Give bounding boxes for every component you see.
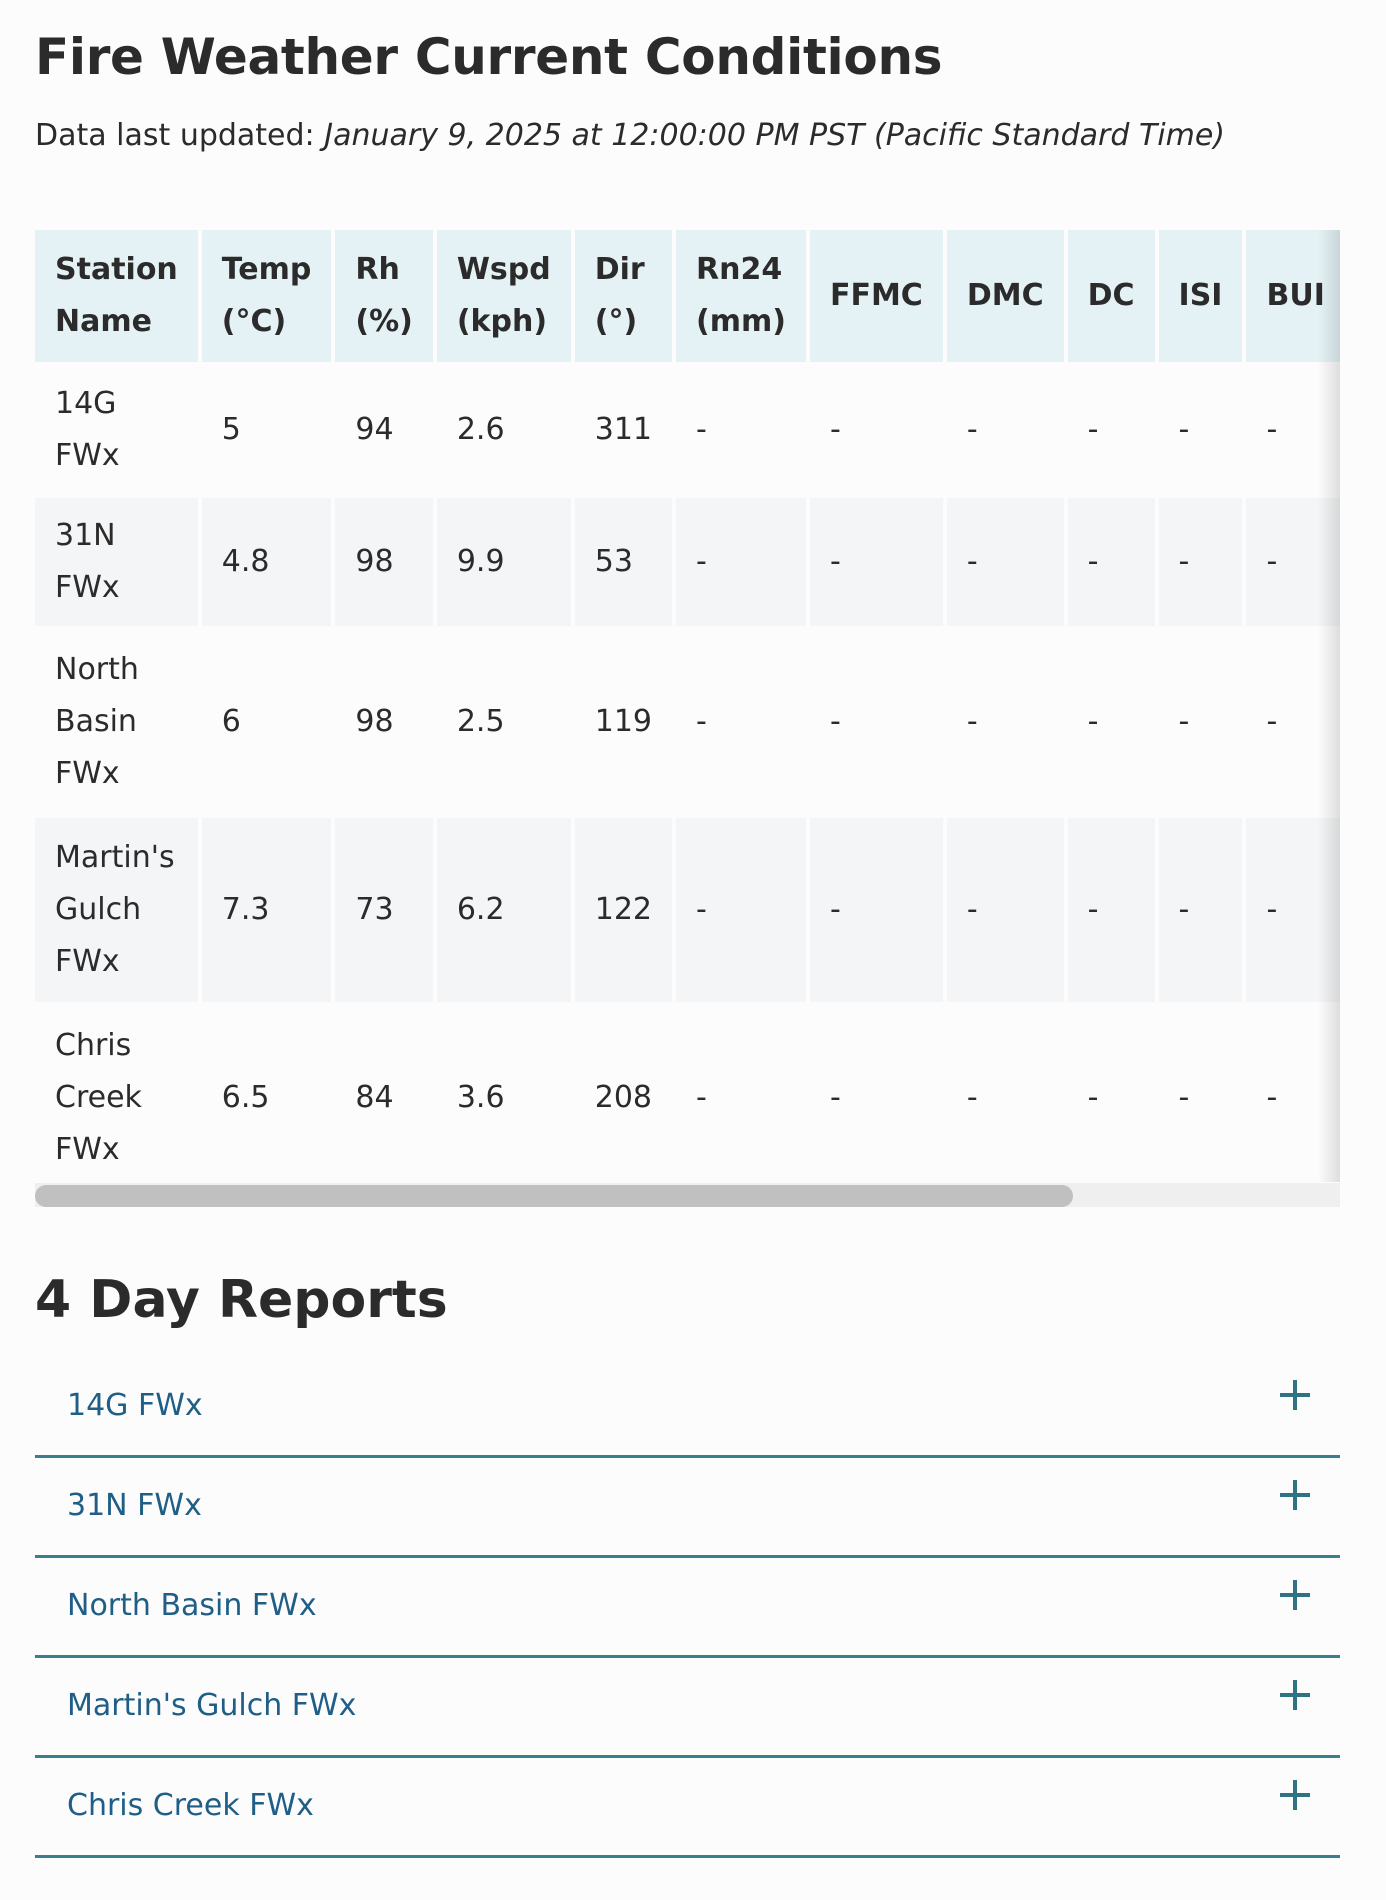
accordion-label[interactable]: North Basin FWx	[67, 1588, 317, 1623]
cell-rh: 94	[335, 366, 433, 498]
accordion-label[interactable]: Martin's Gulch FWx	[67, 1688, 356, 1723]
cell-rn24: -	[676, 818, 806, 1006]
last-updated: Data last updated: January 9, 2025 at 12…	[35, 118, 1225, 153]
cell-ffmc: -	[809, 818, 943, 1006]
scrollbar-thumb[interactable]	[35, 1185, 1073, 1207]
cell-ffmc: -	[809, 1006, 943, 1193]
col-header-temp: Temp (°C)	[201, 230, 332, 366]
col-header-rn24: Rn24 (mm)	[676, 230, 806, 366]
cell-station: Martin's Gulch FWx	[35, 818, 198, 1006]
page-title: Fire Weather Current Conditions	[35, 28, 943, 86]
col-header-station: Station Name	[35, 230, 198, 366]
col-header-isi: ISI	[1158, 230, 1243, 366]
cell-dmc: -	[946, 1006, 1064, 1193]
cell-dir: 53	[574, 498, 673, 630]
cell-ffmc: -	[809, 498, 943, 630]
cell-dc: -	[1067, 366, 1155, 498]
cell-station: North Basin FWx	[35, 630, 198, 818]
cell-isi: -	[1158, 630, 1243, 818]
cell-station: 14G FWx	[35, 366, 198, 498]
cell-rh: 84	[335, 1006, 433, 1193]
col-header-dir: Dir (°)	[574, 230, 673, 366]
cell-dir: 122	[574, 818, 673, 1006]
reports-accordion: 14G FWx 31N FWx North Basin FWx Martin's…	[35, 1358, 1340, 1858]
cell-rn24: -	[676, 498, 806, 630]
cell-ffmc: -	[809, 366, 943, 498]
accordion-label[interactable]: 31N FWx	[67, 1488, 202, 1523]
cell-dmc: -	[946, 498, 1064, 630]
cell-isi: -	[1158, 818, 1243, 1006]
cell-ffmc: -	[809, 630, 943, 818]
accordion-item-chris-creek[interactable]: Chris Creek FWx	[35, 1758, 1340, 1858]
cell-wspd: 9.9	[436, 498, 571, 630]
last-updated-value: January 9, 2025 at 12:00:00 PM PST (Paci…	[324, 118, 1225, 153]
plus-icon[interactable]	[1280, 1380, 1310, 1410]
cell-rh: 98	[335, 498, 433, 630]
cell-temp: 4.8	[201, 498, 332, 630]
horizontal-scrollbar[interactable]	[35, 1183, 1340, 1207]
accordion-item-14g[interactable]: 14G FWx	[35, 1358, 1340, 1458]
cell-temp: 5	[201, 366, 332, 498]
cell-dmc: -	[946, 366, 1064, 498]
cell-dir: 208	[574, 1006, 673, 1193]
cell-dc: -	[1067, 818, 1155, 1006]
accordion-label[interactable]: 14G FWx	[67, 1388, 203, 1423]
cell-temp: 7.3	[201, 818, 332, 1006]
cell-dmc: -	[946, 630, 1064, 818]
table-row: North Basin FWx 6 98 2.5 119 - - - - - -…	[35, 630, 1340, 818]
cell-rh: 98	[335, 630, 433, 818]
cell-wspd: 2.6	[436, 366, 571, 498]
plus-icon[interactable]	[1280, 1780, 1310, 1810]
cell-wspd: 6.2	[436, 818, 571, 1006]
cell-wspd: 3.6	[436, 1006, 571, 1193]
col-header-dc: DC	[1067, 230, 1155, 366]
plus-icon[interactable]	[1280, 1480, 1310, 1510]
page: Fire Weather Current Conditions Data las…	[0, 0, 1386, 1900]
accordion-item-north-basin[interactable]: North Basin FWx	[35, 1558, 1340, 1658]
col-header-dmc: DMC	[946, 230, 1064, 366]
cell-dir: 119	[574, 630, 673, 818]
conditions-table-container[interactable]: Station Name Temp (°C) Rh (%) Wspd (kph) Dir…	[35, 230, 1340, 1210]
plus-icon[interactable]	[1280, 1580, 1310, 1610]
cell-station: 31N FWx	[35, 498, 198, 630]
cell-isi: -	[1158, 1006, 1243, 1193]
cell-dmc: -	[946, 818, 1064, 1006]
cell-dc: -	[1067, 1006, 1155, 1193]
reports-heading: 4 Day Reports	[35, 1270, 448, 1330]
cell-isi: -	[1158, 498, 1243, 630]
cell-station: Chris Creek FWx	[35, 1006, 198, 1193]
cell-rn24: -	[676, 630, 806, 818]
table-row: Martin's Gulch FWx 7.3 73 6.2 122 - - - …	[35, 818, 1340, 1006]
cell-rn24: -	[676, 1006, 806, 1193]
accordion-label[interactable]: Chris Creek FWx	[67, 1788, 314, 1823]
cell-rn24: -	[676, 366, 806, 498]
cell-dir: 311	[574, 366, 673, 498]
cell-wspd: 2.5	[436, 630, 571, 818]
col-header-wspd: Wspd (kph)	[436, 230, 571, 366]
cell-temp: 6.5	[201, 1006, 332, 1193]
accordion-item-31n[interactable]: 31N FWx	[35, 1458, 1340, 1558]
cell-temp: 6	[201, 630, 332, 818]
conditions-table: Station Name Temp (°C) Rh (%) Wspd (kph) Dir…	[35, 230, 1340, 1193]
accordion-item-martins-gulch[interactable]: Martin's Gulch FWx	[35, 1658, 1340, 1758]
cell-isi: -	[1158, 366, 1243, 498]
scroll-fade-shadow	[1318, 230, 1340, 1182]
table-header-row: Station Name Temp (°C) Rh (%) Wspd (kph) Dir…	[35, 230, 1340, 366]
table-row: Chris Creek FWx 6.5 84 3.6 208 - - - - -…	[35, 1006, 1340, 1193]
table-row: 31N FWx 4.8 98 9.9 53 - - - - - - -	[35, 498, 1340, 630]
last-updated-label: Data last updated:	[35, 118, 315, 153]
table-row: 14G FWx 5 94 2.6 311 - - - - - - -	[35, 366, 1340, 498]
cell-dc: -	[1067, 630, 1155, 818]
col-header-ffmc: FFMC	[809, 230, 943, 366]
cell-rh: 73	[335, 818, 433, 1006]
cell-dc: -	[1067, 498, 1155, 630]
col-header-rh: Rh (%)	[335, 230, 433, 366]
plus-icon[interactable]	[1280, 1680, 1310, 1710]
